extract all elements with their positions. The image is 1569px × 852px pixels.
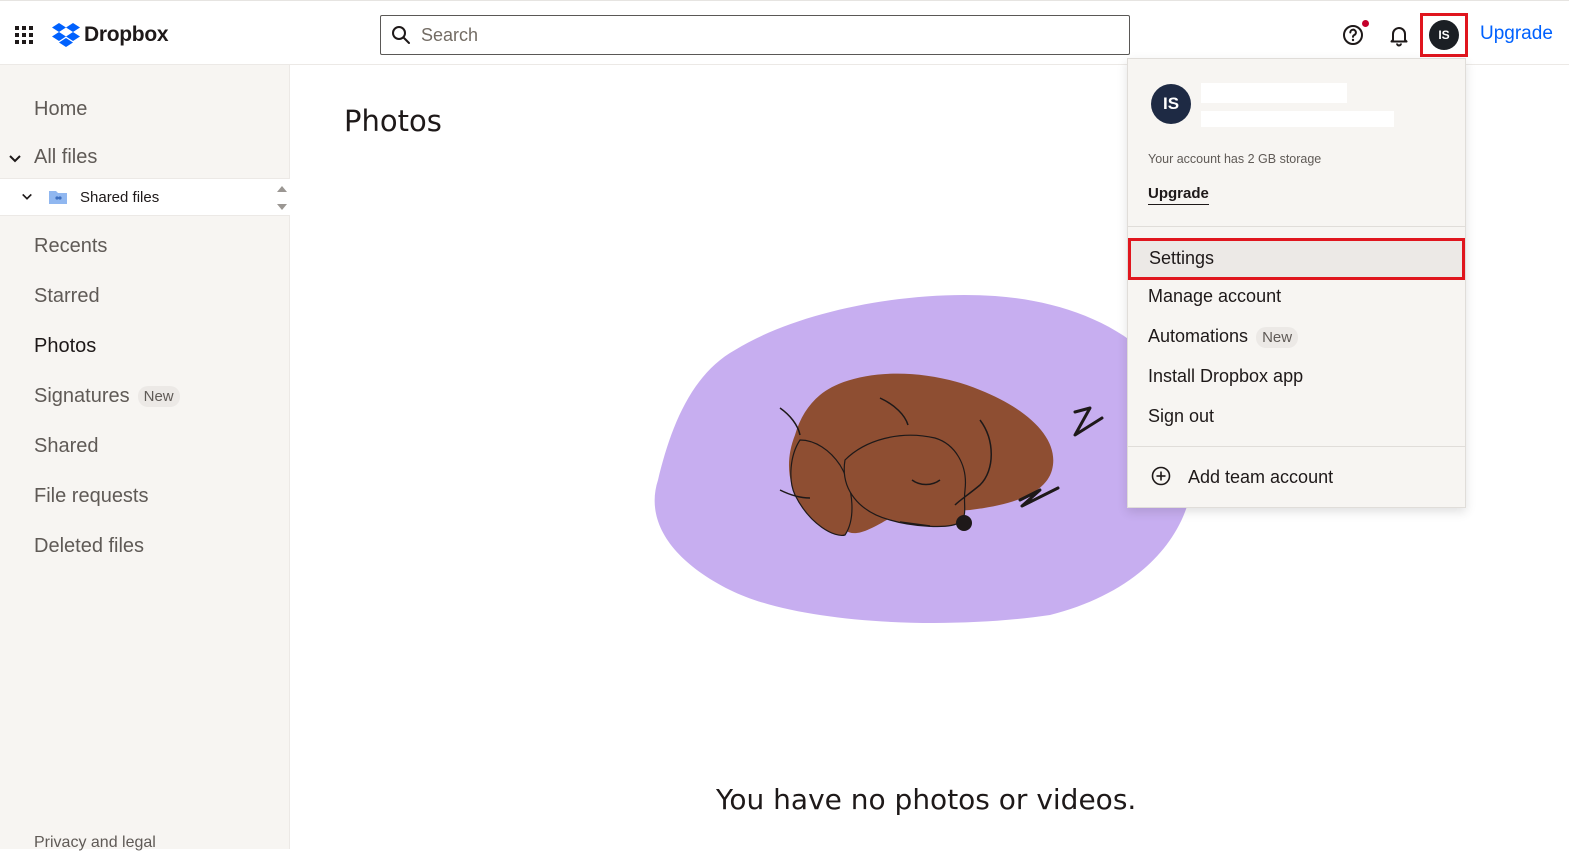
- chevron-down-icon[interactable]: [21, 191, 33, 203]
- search-icon: [392, 26, 410, 44]
- privacy-legal-link[interactable]: Privacy and legal: [34, 834, 156, 852]
- sidebar-item-home[interactable]: Home: [34, 98, 87, 121]
- menu-item-manage-account[interactable]: Manage account: [1148, 286, 1281, 307]
- help-icon[interactable]: [1341, 23, 1365, 47]
- redacted-name: [1201, 83, 1347, 103]
- app-grid-icon[interactable]: [14, 25, 34, 45]
- sidebar-item-recents[interactable]: Recents: [34, 235, 107, 258]
- sidebar-item-deleted-files[interactable]: Deleted files: [34, 535, 144, 558]
- menu-item-label: Automations: [1148, 326, 1249, 346]
- menu-divider: [1128, 446, 1465, 447]
- sidebar-item-all-files[interactable]: All files: [34, 146, 97, 169]
- bell-icon[interactable]: [1387, 23, 1411, 47]
- empty-state-message: You have no photos or videos.: [716, 783, 1137, 816]
- new-badge: New: [1256, 326, 1299, 348]
- sidebar-item-starred[interactable]: Starred: [34, 285, 100, 308]
- search-input[interactable]: [421, 24, 1129, 46]
- menu-divider: [1128, 226, 1465, 227]
- upgrade-link[interactable]: Upgrade: [1480, 23, 1553, 45]
- menu-item-sign-out[interactable]: Sign out: [1148, 406, 1214, 427]
- menu-item-label: Settings: [1149, 248, 1215, 268]
- sidebar-item-file-requests[interactable]: File requests: [34, 485, 149, 508]
- menu-item-automations[interactable]: Automations New: [1148, 326, 1299, 348]
- shared-folder-icon: [49, 191, 67, 204]
- new-badge: New: [137, 386, 180, 408]
- dropbox-logo-icon: [52, 23, 80, 47]
- menu-item-settings[interactable]: Settings: [1128, 238, 1465, 280]
- sidebar-item-signatures[interactable]: Signatures New: [34, 385, 180, 408]
- sidebar-item-shared-files[interactable]: Shared files: [0, 178, 290, 216]
- search-box[interactable]: [380, 15, 1130, 55]
- chevron-down-icon[interactable]: [8, 152, 22, 166]
- profile-avatar: IS: [1151, 84, 1191, 124]
- sidebar-item-shared[interactable]: Shared: [34, 435, 99, 458]
- menu-upgrade-link[interactable]: Upgrade: [1148, 185, 1209, 205]
- redacted-email: [1201, 111, 1394, 127]
- menu-item-install-app[interactable]: Install Dropbox app: [1148, 366, 1303, 387]
- sleeping-dog-illustration: [654, 294, 1194, 623]
- page-title: Photos: [344, 104, 442, 138]
- sidebar-item-photos[interactable]: Photos: [34, 335, 96, 358]
- scroll-down-arrow[interactable]: [277, 204, 287, 210]
- logo-text: Dropbox: [84, 23, 169, 46]
- top-bar: Dropbox IS Upgrade: [0, 0, 1569, 65]
- sidebar-item-label: Signatures: [34, 385, 130, 407]
- sidebar-item-label: Shared files: [80, 189, 160, 206]
- menu-item-add-team-account[interactable]: Add team account: [1188, 467, 1333, 488]
- dropbox-logo[interactable]: Dropbox: [52, 21, 169, 49]
- account-avatar-button[interactable]: IS: [1429, 20, 1459, 50]
- notification-dot: [1362, 20, 1369, 27]
- plus-circle-icon: [1151, 466, 1171, 486]
- account-menu: IS Your account has 2 GB storage Upgrade…: [1127, 58, 1466, 508]
- sidebar: Home All files Shared files Recents Star…: [0, 65, 290, 852]
- scroll-up-arrow[interactable]: [277, 186, 287, 192]
- storage-text: Your account has 2 GB storage: [1148, 152, 1322, 166]
